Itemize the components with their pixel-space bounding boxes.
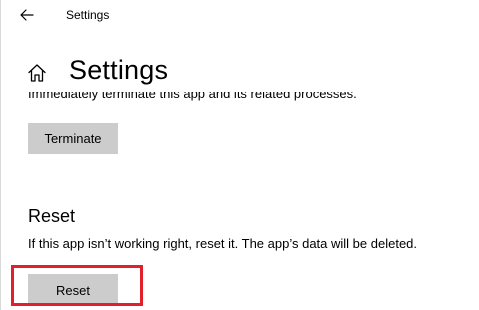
title-bar: Settings [0,0,479,32]
window-title: Settings [66,8,110,22]
reset-description: If this app isn’t working right, reset i… [28,236,418,251]
home-icon [28,64,46,82]
reset-button[interactable]: Reset [28,274,118,306]
arrow-left-icon [20,9,34,21]
reset-heading: Reset [28,206,76,226]
settings-content[interactable]: Immediately terminate this app and its r… [0,92,479,310]
terminate-button[interactable]: Terminate [28,123,118,154]
page-header: Settings [0,52,479,92]
terminate-description: Immediately terminate this app and its r… [28,92,357,101]
page-title: Settings [69,55,169,85]
home-button[interactable] [24,60,50,86]
back-button[interactable] [14,3,40,27]
settings-window: Settings Settings Immediately terminate … [0,0,479,310]
